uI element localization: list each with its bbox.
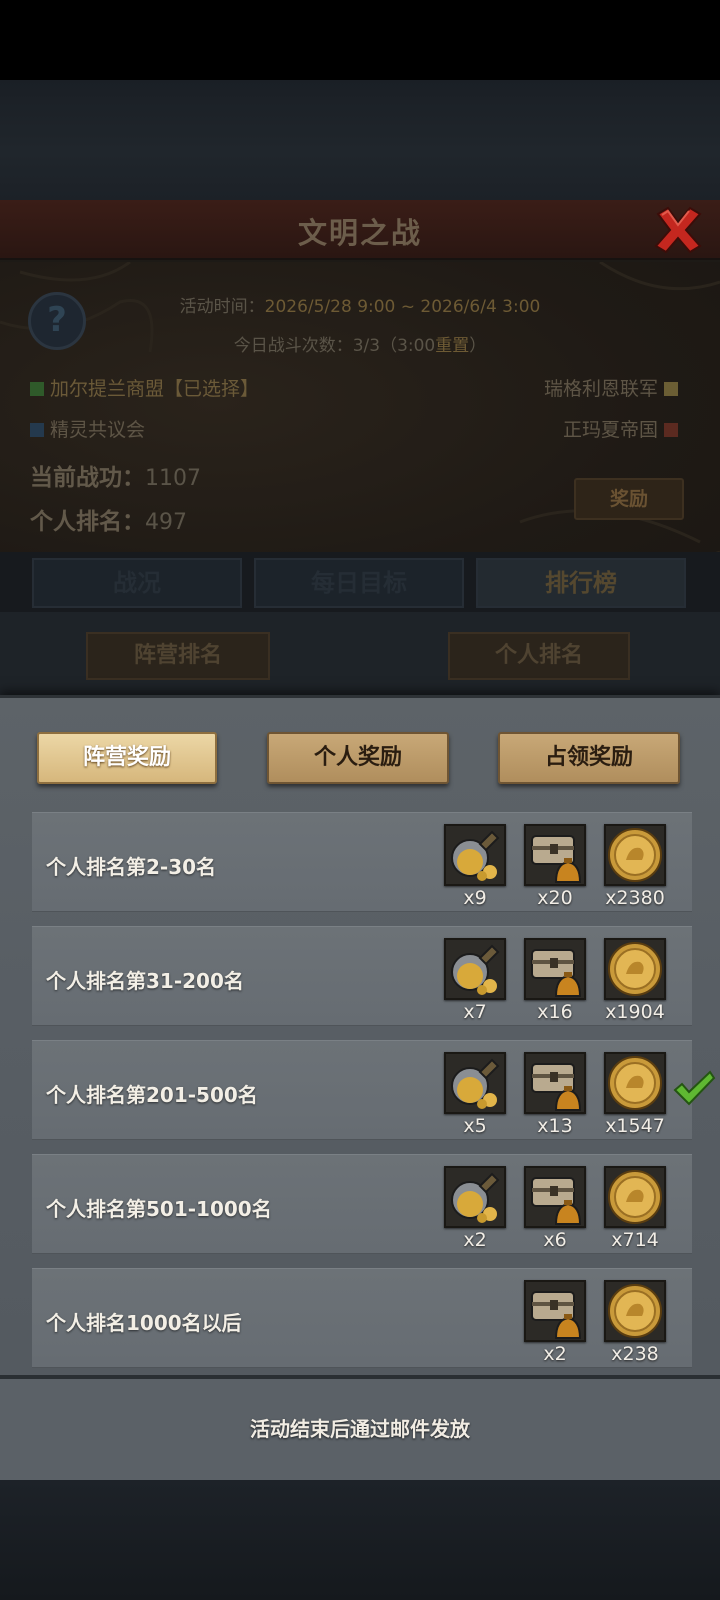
reward-qty: x2380 <box>605 887 665 909</box>
faction-color-swatch <box>664 423 678 437</box>
event-title: 文明之战 <box>297 216 422 250</box>
current-rank-check-icon <box>673 1070 716 1106</box>
treasure-chest-icon[interactable] <box>524 1166 586 1228</box>
reward-qty: x16 <box>537 1001 573 1023</box>
event-time-label: 活动时间： <box>179 297 265 317</box>
rank-range-label: 个人排名1000名以后 <box>46 1311 242 1335</box>
rank-range-label: 个人排名第31-200名 <box>46 969 244 993</box>
faction-galtilan: 加尔提兰商盟【已选择】 <box>30 374 259 401</box>
background-top <box>0 80 720 200</box>
rank-range-label: 个人排名第2-30名 <box>46 855 217 879</box>
event-panel: 文明之战 ? 活动时间：2026/5/28 9:00 ~ 2026/6/4 3:… <box>0 200 720 695</box>
mail-delivery-notice: 活动结束后通过邮件发放 <box>250 1417 470 1441</box>
faction-color-swatch <box>664 382 678 396</box>
reward-qty: x2 <box>463 1229 487 1251</box>
reward-qty: x20 <box>537 887 573 909</box>
tab-personal-reward[interactable]: 个人奖励 <box>267 732 449 784</box>
treasure-chest-icon[interactable] <box>524 824 586 886</box>
reward-qty: x714 <box>611 1229 659 1251</box>
reward-qty: x1547 <box>605 1115 665 1137</box>
merit-value: 1107 <box>145 466 201 491</box>
rank-label: 个人排名： <box>30 509 145 535</box>
tab-faction-rank[interactable]: 阵营排名 <box>86 632 270 680</box>
gold-coin-icon[interactable] <box>604 938 666 1000</box>
main-tab-bar: 战况 每日目标 排行榜 <box>0 552 720 612</box>
gold-flask-icon[interactable] <box>444 1052 506 1114</box>
rank-range-label: 个人排名第501-1000名 <box>46 1197 272 1221</box>
gold-coin-icon[interactable] <box>604 1052 666 1114</box>
reward-qty: x5 <box>463 1115 487 1137</box>
battle-count-value: 3/3（3:00 <box>352 336 436 356</box>
rank-range-label: 个人排名第201-500名 <box>46 1083 258 1107</box>
tab-occupation-reward[interactable]: 占领奖励 <box>498 732 680 784</box>
tab-battle-status[interactable]: 战况 <box>32 558 242 608</box>
faction-name: 瑞格利恩联军 <box>543 378 658 400</box>
event-time: 活动时间：2026/5/28 9:00 ~ 2026/6/4 3:00 <box>0 292 720 317</box>
close-icon[interactable] <box>652 204 704 256</box>
reward-qty: x9 <box>463 887 487 909</box>
gold-coin-icon[interactable] <box>604 1166 666 1228</box>
reward-button[interactable]: 奖励 <box>574 478 684 520</box>
event-title-bar: 文明之战 <box>0 200 720 260</box>
merit-label: 当前战功： <box>30 465 145 491</box>
treasure-chest-icon[interactable] <box>524 938 586 1000</box>
gold-flask-icon[interactable] <box>444 824 506 886</box>
tab-daily-goals[interactable]: 每日目标 <box>254 558 464 608</box>
game-screen: 文明之战 ? 活动时间：2026/5/28 9:00 ~ 2026/6/4 3:… <box>0 0 720 1600</box>
tab-faction-reward[interactable]: 阵营奖励 <box>37 732 217 784</box>
faction-name: 精灵共议会 <box>50 419 146 441</box>
rank-subtab-bar: 阵营排名 个人排名 <box>0 612 720 695</box>
rank-stat: 个人排名：497 <box>30 502 187 536</box>
merit-stat: 当前战功：1107 <box>30 458 201 492</box>
reward-qty: x238 <box>611 1343 659 1365</box>
faction-name: 加尔提兰商盟【已选择】 <box>50 378 260 400</box>
faction-color-swatch <box>30 423 44 437</box>
tab-personal-rank[interactable]: 个人排名 <box>448 632 630 680</box>
faction-color-swatch <box>30 382 44 396</box>
battle-count-label: 今日战斗次数： <box>233 336 353 356</box>
faction-name: 正玛夏帝国 <box>562 419 658 441</box>
faction-elf: 精灵共议会 <box>30 415 145 442</box>
gold-coin-icon[interactable] <box>604 1280 666 1342</box>
background-bottom <box>0 1480 720 1600</box>
event-time-value: 2026/5/28 9:00 ~ 2026/6/4 3:00 <box>264 297 541 317</box>
faction-rigelien: 瑞格利恩联军 <box>544 374 678 401</box>
treasure-chest-icon[interactable] <box>524 1280 586 1342</box>
gold-coin-icon[interactable] <box>604 824 666 886</box>
rank-value: 497 <box>145 510 187 535</box>
reward-qty: x7 <box>463 1001 487 1023</box>
battle-count: 今日战斗次数：3/3（3:00重置） <box>0 331 720 356</box>
faction-zhengma: 正玛夏帝国 <box>563 415 678 442</box>
reward-qty: x13 <box>537 1115 573 1137</box>
reward-qty: x1904 <box>605 1001 665 1023</box>
reward-qty: x2 <box>543 1343 567 1365</box>
tab-leaderboard[interactable]: 排行榜 <box>476 558 686 608</box>
battle-reset: 重置 <box>435 336 470 356</box>
treasure-chest-icon[interactable] <box>524 1052 586 1114</box>
gold-flask-icon[interactable] <box>444 938 506 1000</box>
status-bar-area <box>0 0 720 80</box>
gold-flask-icon[interactable] <box>444 1166 506 1228</box>
reward-qty: x6 <box>543 1229 567 1251</box>
battle-close: ） <box>469 336 487 356</box>
